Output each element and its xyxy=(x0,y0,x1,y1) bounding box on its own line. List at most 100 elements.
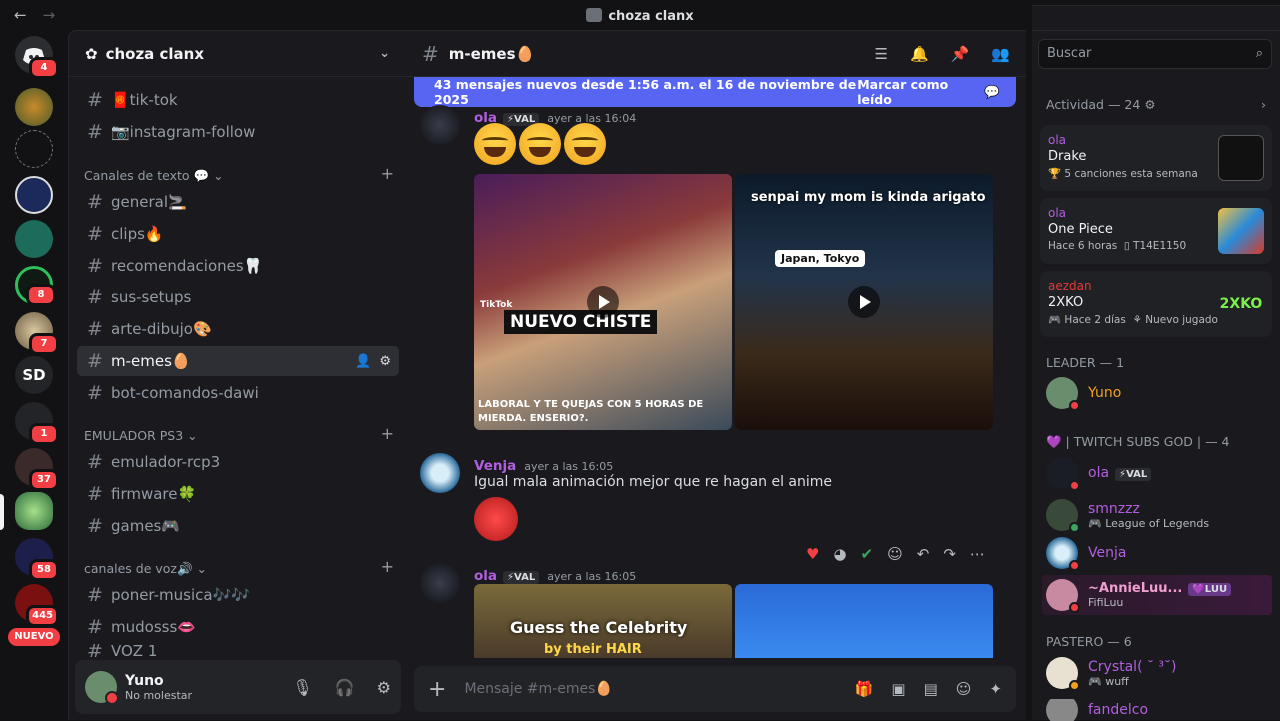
channel-recomendaciones[interactable]: # recomendaciones🦷 xyxy=(77,251,399,281)
member-item[interactable]: ~AnnieLuu... 💜LUU FifiLuu xyxy=(1042,575,1272,615)
chevron-right-icon[interactable]: › xyxy=(1261,97,1266,112)
category-voice[interactable]: canales de voz🔊 ⌄ + xyxy=(84,559,394,577)
channel-label: 📷instagram-follow xyxy=(111,123,256,141)
mark-read-icon[interactable]: 💬 xyxy=(984,84,1000,100)
server-icon[interactable]: 8 xyxy=(15,266,56,306)
check-icon[interactable]: ✔ xyxy=(861,545,874,563)
more-icon[interactable]: ⋯ xyxy=(970,545,985,563)
channel-sus-setups[interactable]: # sus-setups xyxy=(77,282,399,312)
pin-icon[interactable]: 📌 xyxy=(951,45,970,63)
invite-icon[interactable]: 👤 xyxy=(355,354,371,369)
video-attachment[interactable]: senpai my mom is kinda arigato Japan, To… xyxy=(735,174,993,430)
activity-card[interactable]: aezdan 2XKO 🎮 Hace 2 días ⚘ Nuevo jugado… xyxy=(1040,271,1272,337)
play-icon[interactable] xyxy=(587,286,619,318)
member-item[interactable]: fandelco xyxy=(1046,699,1148,721)
gear-icon[interactable]: ⚙ xyxy=(379,354,391,369)
chat-area: # m-emes🥚 ☰ 🔔 📌 👥 43 mensajes nuevos des… xyxy=(406,30,1026,720)
microphone-icon[interactable]: 🎙 xyxy=(292,678,312,697)
add-channel-icon[interactable]: + xyxy=(381,426,394,443)
channel-header: # m-emes🥚 ☰ 🔔 📌 👥 xyxy=(406,31,1026,77)
channel-title: m-emes🥚 xyxy=(448,44,535,63)
forward-icon[interactable]: ↷ xyxy=(943,545,956,563)
new-badge[interactable]: NUEVO xyxy=(8,628,60,646)
role-header: LEADER — 1 xyxy=(1046,355,1125,370)
server-gear-icon: ✿ xyxy=(85,44,98,63)
add-channel-icon[interactable]: + xyxy=(381,559,394,577)
server-icon[interactable] xyxy=(15,220,53,258)
message-author[interactable]: ola xyxy=(474,568,497,584)
category-emulador[interactable]: EMULADOR PS3 ⌄ + xyxy=(84,426,394,444)
member-item[interactable]: Venja xyxy=(1046,537,1126,571)
add-channel-icon[interactable]: + xyxy=(381,166,394,184)
server-icon[interactable]: 58 xyxy=(15,538,59,581)
gear-icon[interactable]: ⚙ xyxy=(377,678,391,697)
member-item[interactable]: ola ⚡VAL xyxy=(1046,457,1152,491)
server-icon[interactable]: 7 xyxy=(15,312,59,355)
avatar[interactable] xyxy=(420,453,460,493)
server-icon[interactable] xyxy=(15,130,53,168)
video-attachment[interactable] xyxy=(735,584,993,658)
member-item[interactable]: Crystal( ˘ ³˘) 🎮 wuff xyxy=(1046,657,1177,691)
channel-arte-dibujo[interactable]: # arte-dibujo🎨 xyxy=(77,314,399,344)
channel-mudosss[interactable]: # mudosss👄 xyxy=(77,612,399,642)
channel-instagram-follow[interactable]: # 📷instagram-follow xyxy=(77,117,399,147)
search-input[interactable]: Buscar ⌕ xyxy=(1038,39,1272,69)
apps-icon[interactable]: ✦ xyxy=(989,680,1002,698)
pleading-emoji-icon[interactable]: ◕ xyxy=(833,545,846,563)
add-reaction-icon[interactable]: ☺ xyxy=(887,545,903,563)
new-messages-banner[interactable]: 43 mensajes nuevos desde 1:56 a.m. el 16… xyxy=(414,77,1016,107)
play-icon[interactable] xyxy=(848,286,880,318)
message-composer[interactable]: + Mensaje #m-emes🥚 🎁 ▣ ▤ ☺ ✦ xyxy=(414,666,1016,712)
channel-clips[interactable]: # clips🔥 xyxy=(77,219,399,249)
add-attachment-icon[interactable]: + xyxy=(428,677,446,702)
channel-general[interactable]: # general🚬 xyxy=(77,187,399,217)
reply-icon[interactable]: ↶ xyxy=(917,545,930,563)
server-icon-current[interactable] xyxy=(15,492,53,530)
members-icon[interactable]: 👥 xyxy=(991,45,1010,63)
chevron-down-icon: ⌄ xyxy=(187,428,198,443)
gear-icon[interactable]: ⚙ xyxy=(1144,97,1155,112)
channel-emulador-rcp3[interactable]: # emulador-rcp3 xyxy=(77,447,399,477)
mark-read-button[interactable]: Marcar como leído xyxy=(857,77,976,107)
activity-card[interactable]: ola Drake 🏆 5 canciones esta semana xyxy=(1040,125,1272,191)
heart-icon[interactable]: ♥ xyxy=(806,545,819,563)
clan-tag: ⚡VAL xyxy=(1115,468,1152,481)
member-item[interactable]: smnzzz 🎮 League of Legends xyxy=(1046,499,1209,533)
threads-icon[interactable]: ☰ xyxy=(874,45,887,63)
category-text-channels[interactable]: Canales de texto 💬 ⌄ + xyxy=(84,166,394,184)
bell-icon[interactable]: 🔔 xyxy=(910,45,929,63)
member-item[interactable]: Yuno xyxy=(1046,377,1121,411)
server-icon[interactable] xyxy=(15,88,53,126)
video-attachment[interactable]: Guess the Celebrity by their HAIR xyxy=(474,584,732,658)
message-header: ola ⚡VAL ayer a las 16:05 xyxy=(474,565,636,584)
gift-icon[interactable]: 🎁 xyxy=(855,680,874,698)
composer-input[interactable]: Mensaje #m-emes🥚 xyxy=(464,681,612,697)
channel-voz-1[interactable]: # VOZ 1 xyxy=(77,644,399,658)
avatar[interactable] xyxy=(85,671,119,705)
video-attachment[interactable]: NUEVO CHISTE LABORAL Y TE QUEJAS CON 5 H… xyxy=(474,174,732,430)
activity-header[interactable]: Actividad — 24 ⚙ › xyxy=(1046,97,1266,112)
user-panel: Yuno No molestar 🎙 🎧 ⚙ xyxy=(75,660,401,714)
gif-icon[interactable]: ▣ xyxy=(891,680,905,698)
server-icon[interactable] xyxy=(15,176,53,214)
avatar[interactable] xyxy=(420,563,460,603)
channel-firmware[interactable]: # firmware🍀 xyxy=(77,479,399,509)
server-icon[interactable]: 1 xyxy=(15,402,59,445)
server-icon[interactable]: 445 xyxy=(15,584,59,627)
channel-poner-musica[interactable]: # poner-musica🎶🎶 xyxy=(77,580,399,610)
clan-tag: 💜LUU xyxy=(1188,583,1232,596)
headphones-icon[interactable]: 🎧 xyxy=(335,678,355,697)
channel-games[interactable]: # games🎮 xyxy=(77,511,399,541)
sticker-icon[interactable]: ▤ xyxy=(924,680,938,698)
channel-bot-comandos-dawi[interactable]: # bot-comandos-dawi xyxy=(77,378,399,408)
direct-messages-button[interactable]: 4 xyxy=(15,36,59,79)
channel-tik-tok[interactable]: # 🧧tik-tok xyxy=(77,85,399,115)
server-icon[interactable]: 37 xyxy=(15,448,59,491)
message-author[interactable]: Venja xyxy=(474,458,516,474)
emoji-icon[interactable]: ☺ xyxy=(956,680,972,698)
avatar[interactable] xyxy=(420,105,460,145)
channel-m-emes[interactable]: # m-emes🥚 👤 ⚙ xyxy=(77,346,399,376)
server-icon-sd[interactable]: SD xyxy=(15,356,53,394)
guild-header[interactable]: ✿ choza clanx ⌄ xyxy=(69,31,406,77)
activity-card[interactable]: ola One Piece Hace 6 horas ▯ T14E1150 xyxy=(1040,198,1272,264)
